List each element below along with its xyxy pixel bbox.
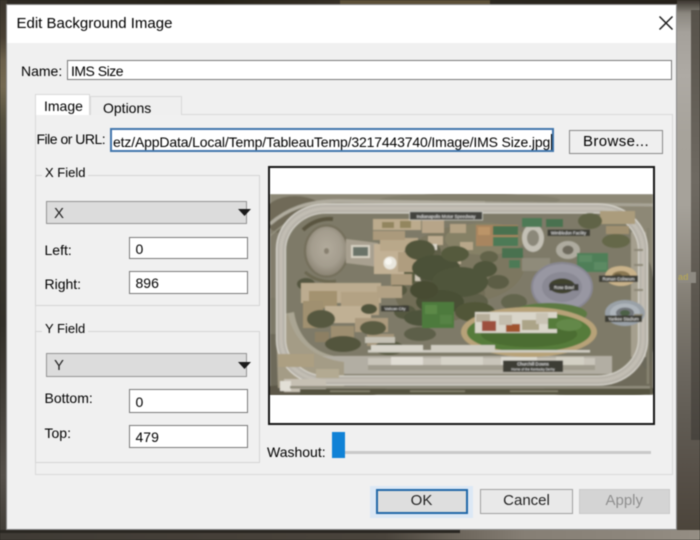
svg-text:Home of the Kentucky Derby: Home of the Kentucky Derby xyxy=(511,367,555,371)
svg-text:Indianapolis Motor Speedway: Indianapolis Motor Speedway xyxy=(416,214,476,219)
svg-text:Roman Coliseum: Roman Coliseum xyxy=(602,277,635,282)
svg-text:Vatican City: Vatican City xyxy=(384,306,405,311)
svg-text:Wimbledon Facility: Wimbledon Facility xyxy=(551,231,587,236)
svg-text:Rose Bowl: Rose Bowl xyxy=(554,285,574,290)
svg-text:Yankee Stadium: Yankee Stadium xyxy=(608,317,639,322)
svg-text:Churchill Downs: Churchill Downs xyxy=(517,362,550,367)
